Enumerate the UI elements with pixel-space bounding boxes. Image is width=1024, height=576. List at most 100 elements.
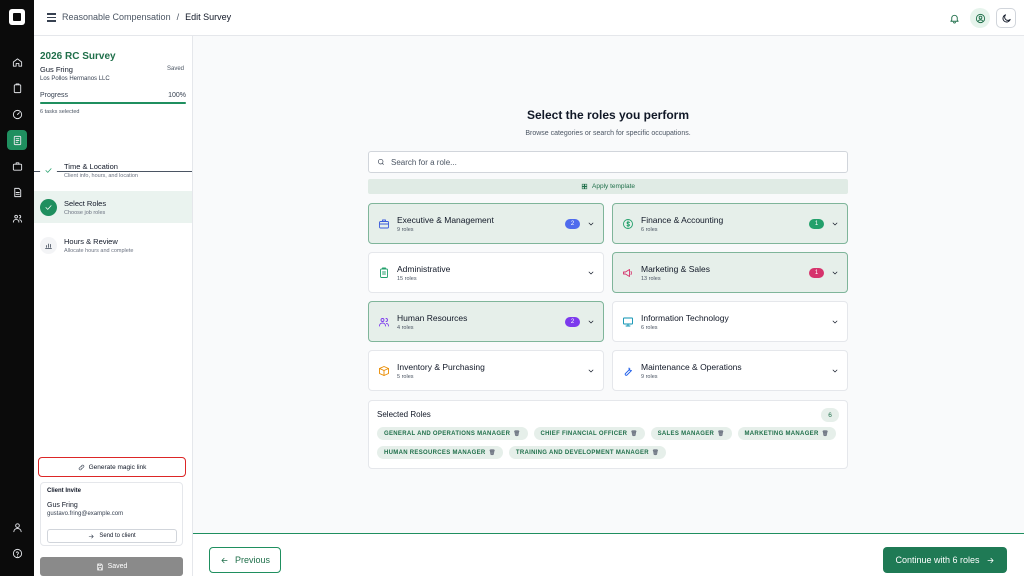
category-card[interactable]: Inventory & Purchasing 5 roles	[368, 350, 604, 391]
send-label: Send to client	[99, 533, 136, 539]
check-icon	[40, 198, 57, 216]
selected-role-chip[interactable]: SALES MANAGER 🗑	[650, 427, 732, 440]
category-card[interactable]: Executive & Management 9 roles 2	[368, 203, 604, 244]
chevron-down-icon[interactable]	[831, 269, 839, 277]
trash-icon[interactable]: 🗑	[489, 450, 496, 456]
help-icon[interactable]	[7, 543, 27, 563]
selected-role-chip[interactable]: CHIEF FINANCIAL OFFICER 🗑	[533, 427, 645, 440]
survey-nav-icon[interactable]	[7, 130, 27, 150]
progress-bar	[40, 102, 186, 104]
previous-label: Previous	[234, 555, 270, 565]
progress-label: Progress	[40, 92, 69, 99]
continue-button[interactable]: Continue with 6 roles	[883, 547, 1007, 573]
breadcrumb: Reasonable Compensation / Edit Survey	[62, 12, 231, 22]
selected-role-chip[interactable]: HUMAN RESOURCES MANAGER 🗑	[377, 446, 503, 459]
chevron-down-icon[interactable]	[831, 318, 839, 326]
category-count: 9 roles	[641, 374, 658, 380]
role-label: CHIEF FINANCIAL OFFICER	[540, 430, 628, 437]
step-title: Hours & Review	[64, 236, 118, 246]
previous-button[interactable]: Previous	[209, 547, 281, 573]
survey-summary: 2026 RC Survey Gus Fring Los Pollos Herm…	[34, 44, 192, 172]
survey-title: 2026 RC Survey	[40, 51, 116, 62]
selected-roles-panel: Selected Roles 6 GENERAL AND OPERATIONS …	[368, 400, 848, 469]
step-subtitle: Choose job roles	[64, 209, 106, 216]
progress-fill	[40, 102, 186, 104]
trash-icon[interactable]: 🗑	[630, 431, 637, 437]
document-icon[interactable]	[7, 182, 27, 202]
search-input[interactable]	[391, 157, 831, 167]
category-selected-badge: 1	[809, 268, 824, 278]
selected-role-chip[interactable]: TRAINING AND DEVELOPMENT MANAGER 🗑	[508, 446, 667, 459]
progress-value: 100%	[168, 92, 186, 99]
chevron-down-icon[interactable]	[831, 220, 839, 228]
trash-icon[interactable]: 🗑	[513, 431, 520, 437]
monitor-icon	[622, 316, 634, 328]
category-name: Marketing & Sales	[641, 264, 710, 274]
send-icon	[89, 534, 94, 538]
generate-magic-link-button[interactable]: Generate magic link	[38, 457, 186, 477]
category-card[interactable]: Maintenance & Operations 9 roles	[612, 350, 848, 391]
breadcrumb-current: Edit Survey	[185, 12, 232, 22]
selected-role-chip[interactable]: MARKETING MANAGER 🗑	[737, 427, 836, 440]
role-label: MARKETING MANAGER	[744, 430, 819, 437]
profile-icon[interactable]	[7, 517, 27, 537]
category-card[interactable]: Finance & Accounting 6 roles 1	[612, 203, 848, 244]
footer-bar: Previous Continue with 6 roles	[193, 533, 1024, 576]
moon-icon[interactable]	[996, 8, 1016, 28]
template-icon	[581, 183, 588, 190]
clipboard-nav-icon[interactable]	[7, 78, 27, 98]
category-selected-badge: 2	[565, 317, 580, 327]
chevron-down-icon[interactable]	[831, 367, 839, 375]
saved-button[interactable]: Saved	[40, 557, 183, 576]
selected-count-badge: 6	[821, 408, 839, 422]
step-time-location[interactable]: Time & Location Client info, hours, and l…	[34, 154, 192, 186]
users-nav-icon[interactable]	[7, 208, 27, 228]
home-icon[interactable]	[7, 52, 27, 72]
apply-template-button[interactable]: Apply template	[368, 179, 848, 194]
chevron-down-icon[interactable]	[587, 220, 595, 228]
chevron-down-icon[interactable]	[587, 367, 595, 375]
invite-email: gustavo.fring@example.com	[47, 511, 124, 517]
category-name: Information Technology	[641, 313, 729, 323]
send-to-client-button[interactable]: Send to client	[47, 529, 177, 543]
tasks-selected: 6 tasks selected	[40, 109, 80, 115]
nav-rail	[0, 0, 34, 576]
category-count: 6 roles	[641, 325, 658, 331]
selected-role-chip[interactable]: GENERAL AND OPERATIONS MANAGER 🗑	[377, 427, 528, 440]
category-card[interactable]: Marketing & Sales 13 roles 1	[612, 252, 848, 293]
gauge-icon[interactable]	[7, 104, 27, 124]
role-label: TRAINING AND DEVELOPMENT MANAGER	[515, 449, 649, 456]
breadcrumb-parent[interactable]: Reasonable Compensation	[62, 12, 171, 22]
magic-link-label: Generate magic link	[88, 463, 147, 471]
arrow-left-icon	[221, 557, 228, 563]
chevron-down-icon[interactable]	[587, 318, 595, 326]
menu-icon[interactable]	[47, 13, 56, 22]
briefcase-icon	[378, 218, 390, 230]
category-card[interactable]: Administrative 15 roles	[368, 252, 604, 293]
saved-label: Saved	[107, 563, 128, 570]
app-logo[interactable]	[9, 9, 25, 25]
client-invite-card: Client Invite Gus Fring gustavo.fring@ex…	[40, 482, 183, 546]
arrow-right-icon	[987, 557, 994, 563]
breadcrumb-separator: /	[176, 12, 180, 22]
megaphone-icon	[622, 267, 634, 279]
chevron-down-icon[interactable]	[587, 269, 595, 277]
category-count: 4 roles	[397, 325, 414, 331]
step-hours-review[interactable]: Hours & Review Allocate hours and complet…	[34, 229, 192, 261]
check-icon	[40, 161, 57, 179]
briefcase-nav-icon[interactable]	[7, 156, 27, 176]
user-avatar-icon[interactable]	[970, 8, 990, 28]
bell-icon[interactable]	[944, 8, 964, 28]
category-count: 15 roles	[397, 276, 417, 282]
saved-status: Saved	[166, 66, 184, 72]
trash-icon[interactable]: 🗑	[717, 431, 724, 437]
step-select-roles[interactable]: Select Roles Choose job roles	[34, 191, 192, 223]
dollar-icon	[622, 218, 634, 230]
box-icon	[378, 365, 390, 377]
step-title: Select Roles	[64, 198, 107, 208]
trash-icon[interactable]: 🗑	[652, 450, 659, 456]
category-card[interactable]: Information Technology 6 roles	[612, 301, 848, 342]
trash-icon[interactable]: 🗑	[822, 431, 829, 437]
category-card[interactable]: Human Resources 4 roles 2	[368, 301, 604, 342]
category-count: 6 roles	[641, 227, 658, 233]
